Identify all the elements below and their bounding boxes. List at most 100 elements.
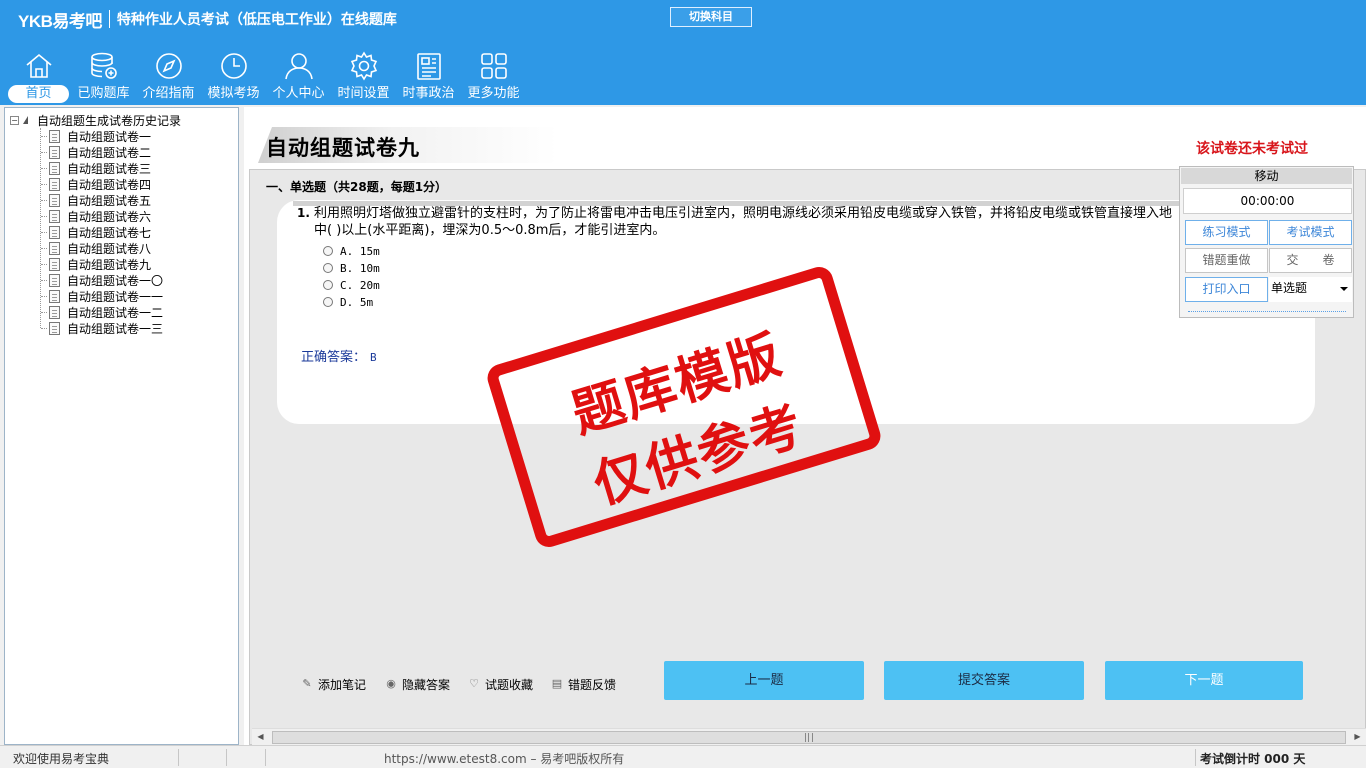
status-divider xyxy=(1195,749,1196,766)
nav-item-time-settings[interactable]: 时间设置 xyxy=(331,48,396,104)
pencil-icon: ✎ xyxy=(302,677,312,690)
tree-item-label: 自动组题试卷一二 xyxy=(67,305,164,320)
tree-root[interactable]: − 自动组题生成试卷历史记录 xyxy=(10,112,181,128)
nav-label: 时事政治 xyxy=(402,86,455,101)
panel-resize-edge xyxy=(1188,311,1346,316)
grid-icon xyxy=(480,53,507,79)
tree-item-paper[interactable]: 自动组题试卷一二 xyxy=(41,304,163,320)
status-welcome: 欢迎使用易考宝典 xyxy=(13,752,110,766)
horizontal-scrollbar[interactable]: ◀ ▶ xyxy=(252,728,1366,745)
document-icon xyxy=(49,289,60,303)
radio-button[interactable] xyxy=(323,263,333,273)
nav-item-purchased-banks[interactable]: 已购题库 xyxy=(71,48,136,104)
nav-item-more[interactable]: 更多功能 xyxy=(461,48,526,104)
scroll-right-arrow-icon[interactable]: ▶ xyxy=(1349,729,1366,746)
prev-question-button[interactable]: 上一题 xyxy=(664,661,864,700)
tree-item-paper[interactable]: 自动组题试卷一 xyxy=(41,128,151,144)
scroll-left-arrow-icon[interactable]: ◀ xyxy=(252,729,269,746)
floating-control-panel: 移动 00:00:00 练习模式 考试模式 错题重做 交 卷 打印入口 单选题 xyxy=(1179,166,1354,318)
tree-item-paper[interactable]: 自动组题试卷一一 xyxy=(41,288,163,304)
question-type-select[interactable]: 单选题 xyxy=(1269,277,1352,302)
status-divider xyxy=(178,749,179,766)
option-b[interactable]: B. 10m xyxy=(323,260,380,276)
nav-item-profile[interactable]: 个人中心 xyxy=(266,48,331,104)
hide-answer-link[interactable]: ◉ 隐藏答案 xyxy=(385,676,450,692)
nav-item-mock-exam[interactable]: 模拟考场 xyxy=(201,48,266,104)
favorite-label: 试题收藏 xyxy=(485,677,534,692)
tree-item-label: 自动组题试卷一 xyxy=(67,129,152,144)
move-handle[interactable]: 移动 xyxy=(1181,168,1352,184)
tree-item-paper[interactable]: 自动组题试卷三 xyxy=(41,160,151,176)
tree-item-label: 自动组题试卷六 xyxy=(67,209,152,224)
tree-item-paper[interactable]: 自动组题试卷四 xyxy=(41,176,151,192)
nav-item-home[interactable]: 首页 xyxy=(6,48,71,104)
practice-mode-button[interactable]: 练习模式 xyxy=(1185,220,1268,245)
tree-item-paper[interactable]: 自动组题试卷二 xyxy=(41,144,151,160)
document-icon xyxy=(49,305,60,319)
nav-label: 个人中心 xyxy=(272,86,325,101)
tree-item-paper[interactable]: 自动组题试卷八 xyxy=(41,240,151,256)
tree-item-paper-selected[interactable]: 自动组题试卷九 xyxy=(41,256,151,272)
tree-item-paper[interactable]: 自动组题试卷六 xyxy=(41,208,151,224)
compass-icon xyxy=(155,53,182,79)
document-icon xyxy=(49,273,60,287)
document-icon xyxy=(49,177,60,191)
option-label: C. 20m xyxy=(340,278,380,292)
submit-answer-button[interactable]: 提交答案 xyxy=(884,661,1084,700)
radio-button[interactable] xyxy=(323,280,333,290)
exam-status-note: 该试卷还未考试过 xyxy=(1196,141,1308,157)
switch-subject-button[interactable]: 切换科目 xyxy=(670,7,752,27)
tree-item-label: 自动组题试卷八 xyxy=(67,241,152,256)
eye-icon: ◉ xyxy=(386,677,396,690)
section-heading: 一、单选题（共28题，每题1分） xyxy=(266,180,448,194)
next-question-button[interactable]: 下一题 xyxy=(1105,661,1303,700)
feedback-link[interactable]: ▤ 错题反馈 xyxy=(551,676,616,692)
document-icon xyxy=(49,321,60,335)
tree-item-label: 自动组题试卷三 xyxy=(67,161,152,176)
newspaper-icon xyxy=(416,53,441,80)
grip-icon xyxy=(805,733,813,742)
nav-label: 模拟考场 xyxy=(207,86,260,101)
document-edit-icon xyxy=(49,257,60,271)
dropdown-arrow-icon xyxy=(1340,287,1348,291)
favorite-link[interactable]: ♡ 试题收藏 xyxy=(468,676,533,692)
database-icon xyxy=(90,52,117,79)
option-a[interactable]: A. 15m xyxy=(323,243,380,259)
hand-in-button[interactable]: 交 卷 xyxy=(1269,248,1352,273)
status-divider xyxy=(226,749,227,766)
tree-item-label: 自动组题试卷一一 xyxy=(67,289,164,304)
option-c[interactable]: C. 20m xyxy=(323,277,380,293)
print-entry-button[interactable]: 打印入口 xyxy=(1185,277,1268,302)
document-icon xyxy=(49,193,60,207)
hide-answer-label: 隐藏答案 xyxy=(402,677,451,692)
answer-value: B xyxy=(370,351,377,364)
correct-answer: 正确答案： B xyxy=(301,346,377,365)
main-nav: 首页 已购题库 介绍指南 模拟考场 个人中心 时间设置 时事政治 更多功能 xyxy=(6,48,526,104)
nav-label: 时间设置 xyxy=(337,86,390,101)
exam-mode-button[interactable]: 考试模式 xyxy=(1269,220,1352,245)
tree-item-label: 自动组题试卷一三 xyxy=(67,321,164,336)
gear-icon xyxy=(350,51,377,81)
tree-item-paper[interactable]: 自动组题试卷一三 xyxy=(41,320,163,336)
nav-item-current-affairs[interactable]: 时事政治 xyxy=(396,48,461,104)
nav-item-guide[interactable]: 介绍指南 xyxy=(136,48,201,104)
add-note-link[interactable]: ✎ 添加笔记 xyxy=(301,676,366,692)
history-tree: − 自动组题生成试卷历史记录 自动组题试卷一 自动组题试卷二 自动组题试卷三 自… xyxy=(4,107,239,745)
tree-item-paper[interactable]: 自动组题试卷五 xyxy=(41,192,151,208)
tree-item-paper[interactable]: 自动组题试卷七 xyxy=(41,224,151,240)
heart-icon: ♡ xyxy=(469,677,479,690)
collapse-toggle-icon[interactable]: − xyxy=(10,115,19,125)
option-d[interactable]: D. 5m xyxy=(323,294,373,310)
radio-button[interactable] xyxy=(323,297,333,307)
option-label: A. 15m xyxy=(340,244,380,258)
radio-button[interactable] xyxy=(323,246,333,256)
nav-label: 更多功能 xyxy=(467,86,520,101)
redo-wrong-button[interactable]: 错题重做 xyxy=(1185,248,1268,273)
document-icon xyxy=(49,161,60,175)
user-icon xyxy=(284,53,313,80)
tree-item-paper[interactable]: 自动组题试卷一〇 xyxy=(41,272,163,288)
scrollbar-thumb[interactable] xyxy=(272,731,1346,744)
tree-item-label: 自动组题试卷二 xyxy=(67,145,152,160)
tree-item-label: 自动组题试卷九 xyxy=(67,257,152,272)
tree-item-label: 自动组题试卷四 xyxy=(67,177,152,192)
